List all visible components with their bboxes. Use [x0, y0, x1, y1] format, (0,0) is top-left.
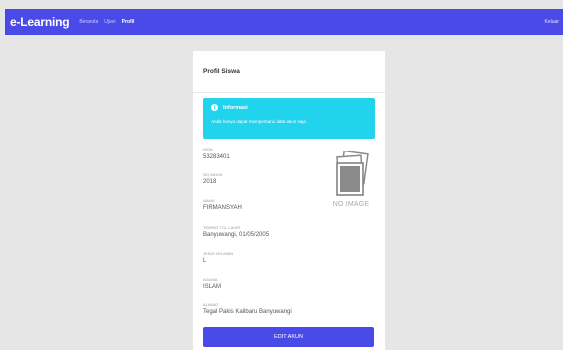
field-value: ISLAM	[203, 284, 222, 290]
field-jenis-kelamin: JENIS KELAMIN L	[203, 251, 233, 264]
info-icon: i	[211, 104, 218, 111]
field-label: ALAMAT	[203, 302, 219, 307]
field-label: NO INDUK	[203, 172, 223, 177]
field-label: TEMPAT TGL LAHIR	[203, 225, 241, 230]
photo-stack-icon	[336, 151, 369, 196]
logout-link[interactable]: Keluar	[545, 19, 559, 25]
navbar: e-Learning Beranda Ujian Profil Keluar	[5, 9, 563, 35]
field-nisn: NISN 53283401	[203, 147, 230, 160]
brand-logo[interactable]: e-Learning	[10, 15, 70, 29]
field-label: NAMA	[203, 198, 215, 203]
alert-title: Informasi	[223, 104, 248, 111]
field-alamat: ALAMAT Tegal Pakis Kalibaru Banyuwangi	[203, 302, 292, 315]
field-label: JENIS KELAMIN	[203, 251, 234, 256]
profile-photo-placeholder: NO IMAGE	[329, 151, 373, 215]
field-no-induk: NO INDUK 2018	[203, 172, 223, 185]
field-nama: NAMA FIRMANSYAH	[203, 198, 242, 211]
alert-message: Anda hanya dapat memperbarui data akun s…	[211, 119, 308, 124]
field-value: 2018	[203, 179, 217, 185]
info-alert: i Informasi Anda hanya dapat memperbarui…	[203, 98, 375, 139]
field-value: Banyuwangi, 01/05/2005	[203, 232, 270, 238]
nav-link-ujian[interactable]: Ujian	[104, 19, 115, 25]
nav-link-beranda[interactable]: Beranda	[79, 19, 98, 25]
field-value: Tegal Pakis Kalibaru Banyuwangi	[203, 309, 292, 315]
no-image-label: NO IMAGE	[332, 201, 370, 208]
nav-link-profil[interactable]: Profil	[122, 19, 135, 25]
field-tempat-tgl-lahir: TEMPAT TGL LAHIR Banyuwangi, 01/05/2005	[203, 225, 269, 238]
field-label: AGAMA	[203, 277, 218, 282]
field-value: FIRMANSYAH	[203, 205, 242, 211]
profile-card: Profil Siswa i Informasi Anda hanya dapa…	[193, 51, 385, 350]
field-agama: AGAMA ISLAM	[203, 277, 221, 290]
card-title: Profil Siswa	[193, 51, 385, 93]
edit-account-button[interactable]: EDIT AKUN	[203, 327, 374, 347]
field-value: L	[203, 258, 207, 264]
nav-links: Beranda Ujian Profil	[79, 19, 134, 25]
alert-title-row: i Informasi	[211, 104, 367, 111]
field-label: NISN	[203, 147, 213, 152]
field-value: 53283401	[203, 154, 230, 160]
